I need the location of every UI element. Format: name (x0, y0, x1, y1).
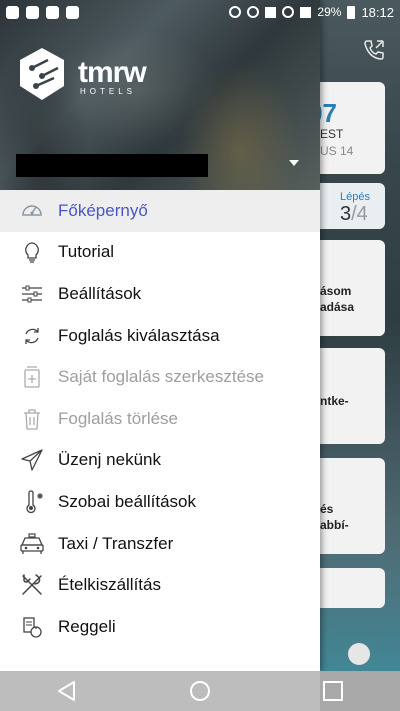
signal-icon (300, 6, 312, 18)
thermometer-icon (19, 489, 45, 515)
menu-item-sajat-foglalas-szerkesztese[interactable]: Saját foglalás szerkesztése (0, 356, 320, 398)
bluetooth-icon (247, 6, 260, 18)
breakfast-icon (19, 614, 45, 640)
tmrw-logo-icon (20, 48, 64, 100)
menu-item-foglalas-torlese[interactable]: Foglalás törlése (0, 398, 320, 440)
menu-item-label: Foglalás kiválasztása (58, 325, 220, 345)
drawer-menu: Főképernyő Tutorial Beállítások Foglalás… (0, 190, 320, 648)
battery-percent: 29% (317, 5, 342, 19)
clock: 18:12 (361, 4, 394, 20)
status-bar: 29% 18:12 (0, 0, 400, 24)
menu-item-taxi-transzfer[interactable]: Taxi / Transzfer (0, 523, 320, 565)
menu-item-szobai-beallitasok[interactable]: Szobai beállítások (0, 481, 320, 523)
menu-item-label: Reggeli (58, 616, 116, 636)
spotify-icon (6, 5, 19, 19)
recent-apps-button[interactable] (319, 677, 347, 705)
feature-card-line: ásom (320, 284, 352, 298)
menu-item-tutorial[interactable]: Tutorial (0, 232, 320, 274)
menu-item-label: Főképernyő (58, 200, 148, 220)
step-value: 3/4 (340, 203, 368, 225)
refresh-icon (19, 323, 45, 349)
menu-item-beallitasok[interactable]: Beállítások (0, 273, 320, 315)
sliders-icon (19, 281, 45, 307)
account-dropdown-caret-icon[interactable] (289, 160, 299, 166)
back-button[interactable] (53, 677, 81, 705)
paper-plane-icon (19, 447, 45, 473)
menu-item-etelkiszallitas[interactable]: Ételkiszállítás (0, 564, 320, 606)
home-button[interactable] (186, 677, 214, 705)
phone-call-icon[interactable] (362, 38, 386, 62)
spotify-icon (26, 5, 39, 19)
brand-subtitle: HOTELS (80, 87, 137, 96)
feature-card-line: adása (320, 300, 355, 314)
nfc-icon (265, 6, 277, 18)
booking-date: US 14 (320, 144, 354, 158)
menu-item-label: Foglalás törlése (58, 408, 179, 428)
menu-item-label: Ételkiszállítás (58, 575, 161, 595)
account-name-redacted (16, 154, 208, 177)
navigation-drawer: tmrw HOTELS Főképernyő Tutorial Beállítá… (0, 0, 320, 671)
lightbulb-icon (19, 239, 45, 265)
booking-city: EST (320, 127, 344, 141)
page-indicator[interactable] (348, 643, 370, 665)
spotify-icon (46, 5, 59, 19)
drawer-header: tmrw HOTELS (0, 0, 320, 190)
system-navigation-bar (0, 671, 400, 711)
menu-item-label: Üzenj nekünk (58, 450, 162, 470)
utensils-icon (19, 572, 45, 598)
taxi-icon (19, 531, 45, 557)
vibrate-icon (282, 6, 295, 18)
step-label: Lépés (340, 191, 370, 203)
trash-icon (19, 406, 45, 432)
system-icons: 29% 18:12 (229, 5, 394, 20)
headphones-icon (229, 6, 242, 18)
menu-item-label: Szobai beállítások (58, 491, 196, 511)
notification-icons (6, 5, 79, 19)
menu-item-label: Taxi / Transzfer (58, 533, 174, 553)
feature-card-line: abbí- (320, 518, 349, 532)
menu-item-reggeli[interactable]: Reggeli (0, 606, 320, 648)
menu-item-label: Tutorial (58, 242, 115, 262)
menu-item-fokepernyo[interactable]: Főképernyő (0, 190, 320, 232)
image-icon (66, 5, 79, 19)
feature-card-line: és (320, 502, 334, 516)
battery-icon (347, 5, 356, 19)
brand-name: tmrw (78, 56, 147, 89)
feature-card-line: ntke- (320, 394, 349, 408)
speedometer-icon (19, 198, 45, 224)
menu-item-label: Saját foglalás szerkesztése (58, 367, 264, 387)
menu-item-foglalas-kivalasztasa[interactable]: Foglalás kiválasztása (0, 315, 320, 357)
menu-item-label: Beállítások (58, 283, 142, 303)
menu-item-uzenj-nekunk[interactable]: Üzenj nekünk (0, 440, 320, 482)
edit-booking-icon (19, 364, 45, 390)
